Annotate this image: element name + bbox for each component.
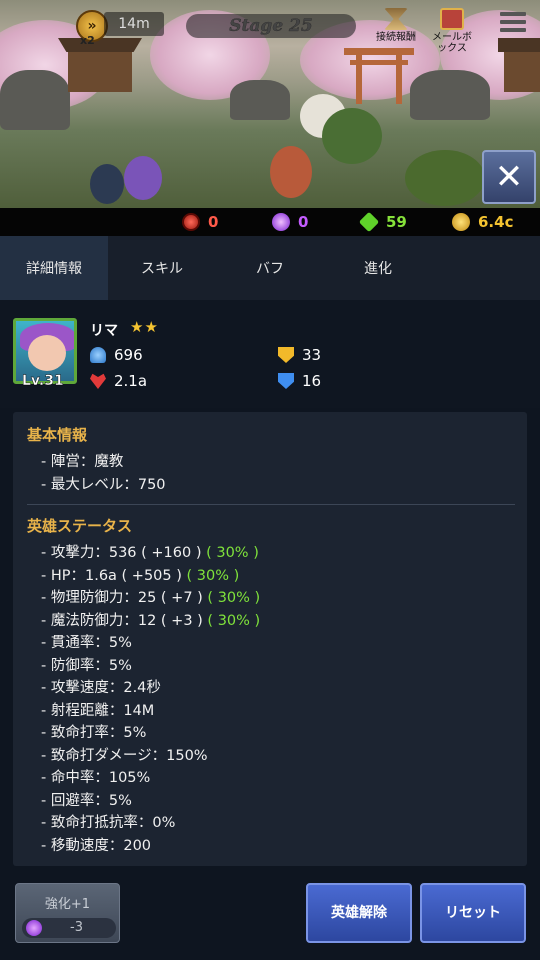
status-line: - 射程距離：14M [27, 700, 527, 723]
hero-character [124, 156, 162, 200]
status-line: - 致命打率：5% [27, 722, 527, 745]
status-line: - 致命打抵抗率：0% [27, 812, 527, 835]
gift-box-icon [440, 8, 464, 30]
torii-gate [344, 48, 414, 104]
status-line: - HP：1.6a ( +505 ) ( 30% ) [27, 565, 527, 588]
status-text: - 攻撃速度：2.4秒 [41, 680, 161, 696]
hero-name: リマ [90, 323, 118, 339]
speed-multiplier: x2 [80, 34, 95, 47]
status-text: - 移動速度：200 [41, 837, 152, 854]
attack-stat: 696 [90, 346, 143, 364]
tab-details[interactable]: 詳細情報 [0, 236, 108, 300]
gold-count: 6.4c [478, 213, 514, 231]
rock [230, 80, 290, 120]
menu-icon[interactable] [500, 12, 526, 34]
shrine-building [58, 38, 142, 98]
status-line: - 魔法防御力：12 ( +3 ) ( 30% ) [27, 610, 527, 633]
resource-green-gem: 59 [358, 211, 407, 233]
physical-defense-stat: 33 [278, 346, 321, 364]
hero-stars: ★★ [130, 318, 159, 336]
hero-info-panel: 基本情報 - 陣営：魔教 - 最大レベル：750 英雄ステータス - 攻撃力：5… [13, 412, 527, 866]
status-text: - 致命打抵抗率：0% [41, 815, 176, 831]
upgrade-cost-value: -3 [70, 920, 83, 935]
close-button[interactable]: ✕ [482, 150, 536, 204]
green-gem-count: 59 [386, 213, 407, 231]
resource-red-token: 0 [182, 212, 218, 232]
hero-header: Lv.31 リマ ★★ 696 2.1a 33 16 [0, 300, 540, 408]
status-bonus: ( 30% ) [186, 567, 240, 584]
status-bonus: ( 30% ) [206, 545, 259, 561]
connection-reward-label: 接続報酬 [376, 32, 416, 43]
release-hero-button[interactable]: 英雄解除 [306, 883, 412, 943]
status-text: - 致命打率：5% [41, 725, 147, 741]
status-bonus: ( 30% ) [207, 612, 261, 629]
status-line: - 防御率：5% [27, 655, 527, 678]
purple-orb-icon [26, 920, 42, 936]
status-line: - 攻撃速度：2.4秒 [27, 677, 527, 700]
hourglass-icon [384, 8, 408, 30]
stage-label: Stage 25 [186, 14, 356, 38]
fast-forward-icon: » [87, 18, 97, 34]
status-bonus: ( 30% ) [207, 590, 261, 606]
status-line: - 攻撃力：536 ( +160 ) ( 30% ) [27, 542, 527, 565]
distance-readout: 14m [104, 12, 164, 36]
monster-enemy [322, 108, 382, 164]
status-line: - 回避率：5% [27, 790, 527, 813]
status-text: - 命中率：105% [41, 770, 151, 786]
resource-bar: 0 0 59 6.4c [0, 208, 540, 236]
reset-button[interactable]: リセット [420, 883, 526, 943]
red-token-count: 0 [208, 213, 219, 231]
status-text: - 射程距離：14M [41, 702, 155, 719]
max-level-line: - 最大レベル：750 [41, 476, 166, 493]
hero-character [270, 146, 312, 198]
mailbox-label: メールボックス [432, 32, 472, 54]
sword-icon [90, 347, 106, 363]
hp-stat: 2.1a [90, 372, 147, 390]
close-icon: ✕ [494, 157, 524, 197]
battle-scene: » x2 14m Stage 25 接続報酬 メールボックス ✕ [0, 0, 540, 210]
purple-orb-icon [272, 213, 290, 231]
lizard-enemy [405, 150, 485, 206]
status-text: - 防御率：5% [41, 657, 132, 674]
faction-line: - 陣営：魔教 [41, 454, 124, 470]
hero-character [90, 164, 124, 204]
status-text: - 物理防御力：25 ( +7 ) [41, 590, 208, 606]
upgrade-cost: -3 [22, 918, 116, 938]
status-line: - 物理防御力：25 ( +7 ) ( 30% ) [27, 587, 527, 610]
status-line: - 貫通率：5% [27, 632, 527, 655]
shrine-building [498, 38, 540, 98]
magic-defense-stat: 16 [278, 372, 321, 390]
rock [410, 70, 490, 120]
blue-shield-icon [278, 373, 294, 389]
heart-icon [90, 373, 106, 389]
gold-bag-icon [452, 213, 470, 231]
status-text: - 致命打ダメージ：150% [41, 747, 208, 764]
upgrade-button[interactable]: 強化+1 -3 [15, 883, 120, 943]
purple-orb-count: 0 [298, 213, 309, 231]
mailbox-button[interactable]: メールボックス [428, 8, 476, 54]
tab-buffs[interactable]: バフ [216, 236, 324, 300]
status-line: - 致命打ダメージ：150% [27, 745, 527, 768]
green-gem-icon [358, 211, 380, 233]
resource-purple-orb: 0 [272, 212, 308, 232]
basic-info-title: 基本情報 [27, 426, 88, 444]
status-text: - HP：1.6a ( +505 ) [41, 567, 187, 584]
connection-reward-button[interactable]: 接続報酬 [372, 8, 420, 43]
divider [27, 504, 515, 505]
status-text: - 回避率：5% [41, 792, 132, 809]
red-token-icon [182, 213, 200, 231]
status-text: - 貫通率：5% [41, 635, 132, 651]
status-text: - 魔法防御力：12 ( +3 ) [41, 612, 208, 629]
gold-shield-icon [278, 347, 294, 363]
upgrade-label: 強化+1 [44, 897, 91, 912]
status-line: - 移動速度：200 [27, 835, 527, 858]
tab-evolution[interactable]: 進化 [324, 236, 432, 300]
hero-level: Lv.31 [22, 373, 64, 389]
status-line: - 命中率：105% [27, 767, 527, 790]
hero-tabs: 詳細情報 スキル バフ 進化 [0, 236, 540, 300]
hero-status-title: 英雄ステータス [27, 517, 133, 535]
resource-gold: 6.4c [452, 212, 513, 232]
tab-skills[interactable]: スキル [108, 236, 216, 300]
status-text: - 攻撃力：536 ( +160 ) [41, 545, 207, 561]
